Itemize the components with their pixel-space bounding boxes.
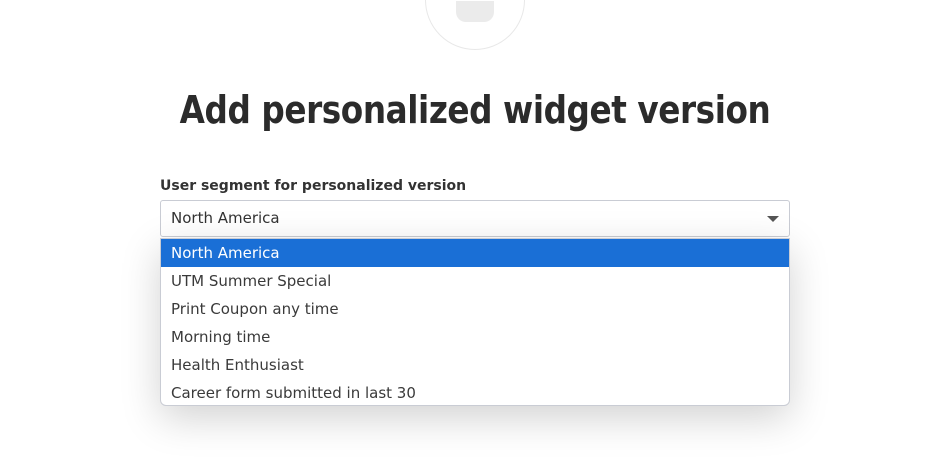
segment-option-print-coupon[interactable]: Print Coupon any time xyxy=(161,295,789,323)
chevron-down-icon[interactable] xyxy=(767,216,779,222)
segment-option-morning-time[interactable]: Morning time xyxy=(161,323,789,351)
dialog: Add personalized widget version User seg… xyxy=(0,0,927,464)
segment-option-health-enthusiast[interactable]: Health Enthusiast xyxy=(161,351,789,379)
segment-option-utm-summer-special[interactable]: UTM Summer Special xyxy=(161,267,789,295)
user-avatar-icon xyxy=(456,1,494,22)
segment-option-north-america[interactable]: North America xyxy=(161,239,789,267)
segment-option-career-form[interactable]: Career form submitted in last 30 xyxy=(161,379,789,405)
segment-select-value: North America xyxy=(171,209,280,227)
segment-field-label: User segment for personalized version xyxy=(160,178,467,194)
avatar xyxy=(425,0,525,50)
segment-select[interactable]: North America xyxy=(160,200,790,237)
segment-dropdown-list: North America UTM Summer Special Print C… xyxy=(160,238,790,406)
page-title: Add personalized widget version xyxy=(179,88,771,132)
